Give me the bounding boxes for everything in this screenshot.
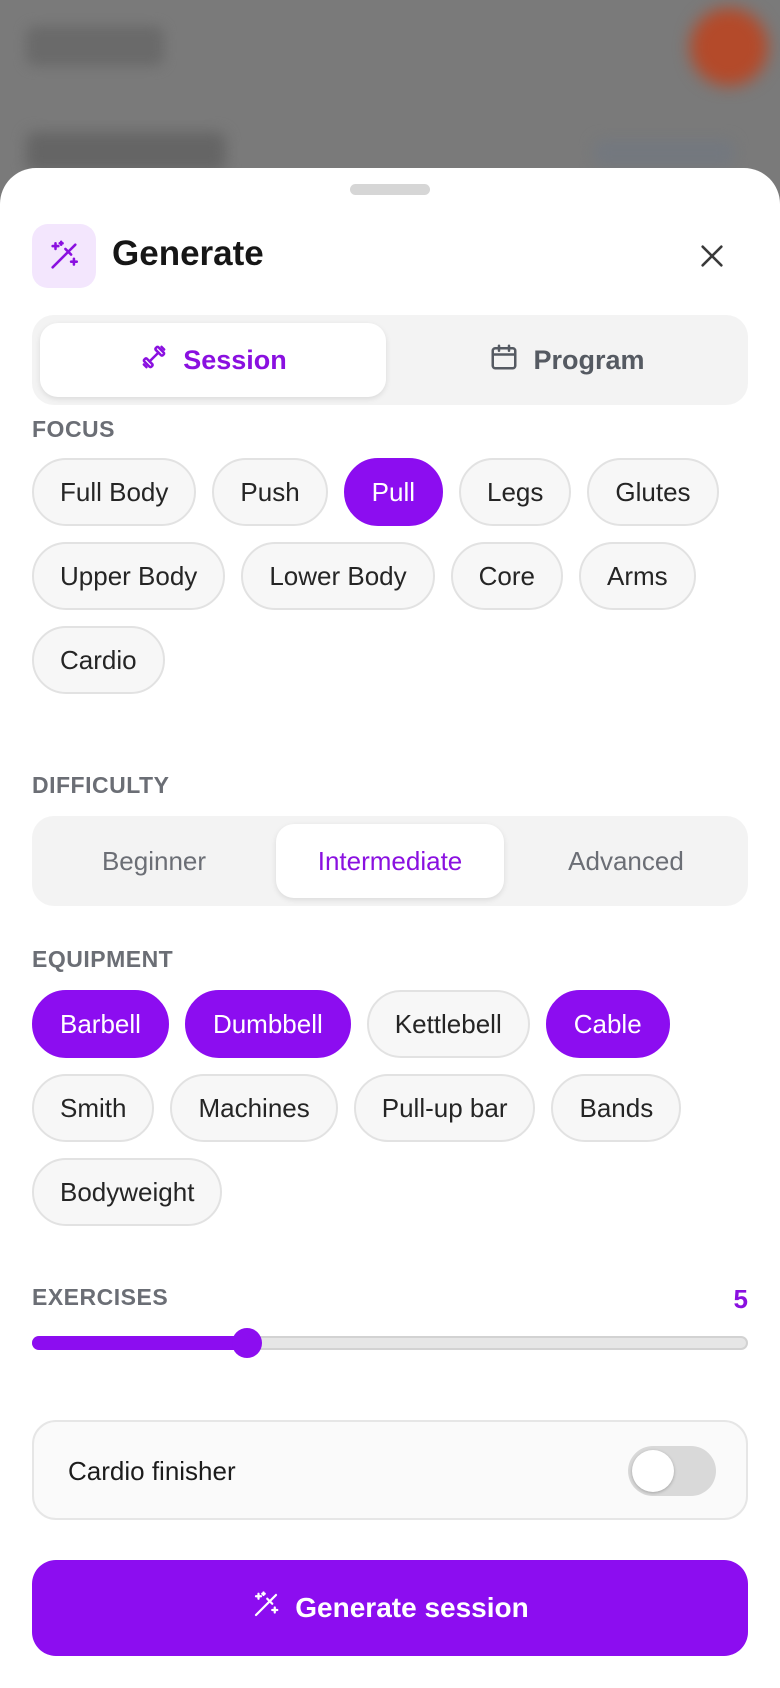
chip-focus-push[interactable]: Push	[212, 458, 328, 526]
chip-equipment-bands[interactable]: Bands	[551, 1074, 682, 1142]
chip-equipment-cable[interactable]: Cable	[545, 990, 670, 1058]
cardio-finisher-row: Cardio finisher	[32, 1420, 748, 1520]
slider-thumb[interactable]	[232, 1328, 262, 1358]
chip-focus-arms[interactable]: Arms	[578, 542, 696, 610]
exercises-slider[interactable]	[32, 1328, 748, 1358]
chip-focus-pull[interactable]: Pull	[343, 458, 444, 526]
mode-tabs: Session Program	[32, 315, 748, 405]
background-title-blurred	[26, 26, 164, 66]
difficulty-intermediate[interactable]: Intermediate	[276, 824, 504, 898]
chip-focus-upper-body[interactable]: Upper Body	[32, 542, 226, 610]
focus-chip-group: Full Body Push Pull Legs Glutes Upper Bo…	[32, 458, 748, 710]
chip-equipment-kettlebell[interactable]: Kettlebell	[366, 990, 530, 1058]
chip-focus-core[interactable]: Core	[450, 542, 563, 610]
chip-focus-legs[interactable]: Legs	[459, 458, 572, 526]
slider-fill	[32, 1336, 247, 1350]
sheet-title: Generate	[112, 234, 264, 273]
chip-equipment-smith[interactable]: Smith	[32, 1074, 155, 1142]
chip-equipment-barbell[interactable]: Barbell	[32, 990, 169, 1058]
cardio-finisher-label: Cardio finisher	[68, 1456, 236, 1486]
difficulty-beginner[interactable]: Beginner	[40, 824, 268, 898]
chip-focus-cardio[interactable]: Cardio	[32, 626, 165, 694]
tab-session-label: Session	[183, 344, 287, 375]
calendar-icon	[489, 342, 519, 379]
magic-wand-icon	[32, 224, 96, 288]
background-avatar-blurred	[690, 8, 768, 86]
exercises-section-label: EXERCISES	[32, 1284, 169, 1310]
dumbbell-icon	[139, 342, 169, 379]
difficulty-segmented-control: Beginner Intermediate Advanced	[32, 816, 748, 906]
background-heading-blurred	[26, 132, 226, 172]
difficulty-section-label: DIFFICULTY	[32, 772, 170, 798]
tab-session[interactable]: Session	[40, 323, 386, 397]
tab-program[interactable]: Program	[394, 323, 740, 397]
chip-equipment-machines[interactable]: Machines	[170, 1074, 338, 1142]
background-link-blurred	[594, 140, 734, 166]
chip-focus-full-body[interactable]: Full Body	[32, 458, 197, 526]
equipment-chip-group: Barbell Dumbbell Kettlebell Cable Smith …	[32, 990, 748, 1242]
close-icon[interactable]	[690, 234, 734, 278]
chip-focus-lower-body[interactable]: Lower Body	[241, 542, 435, 610]
focus-section-label: FOCUS	[32, 416, 115, 442]
exercises-count-value: 5	[733, 1284, 748, 1314]
generate-session-button[interactable]: Generate session	[32, 1560, 748, 1656]
magic-wand-icon	[251, 1590, 281, 1627]
equipment-section-label: EQUIPMENT	[32, 946, 174, 972]
difficulty-advanced[interactable]: Advanced	[512, 824, 740, 898]
toggle-knob	[632, 1450, 674, 1492]
generate-bottom-sheet: Generate Session Program FOCUS Full Body…	[0, 168, 780, 1688]
sheet-drag-handle[interactable]	[350, 184, 430, 195]
chip-equipment-pull-up-bar[interactable]: Pull-up bar	[353, 1074, 536, 1142]
tab-program-label: Program	[533, 344, 645, 375]
cardio-finisher-toggle[interactable]	[628, 1446, 716, 1496]
generate-session-label: Generate session	[295, 1592, 529, 1623]
chip-focus-glutes[interactable]: Glutes	[587, 458, 719, 526]
chip-equipment-bodyweight[interactable]: Bodyweight	[32, 1158, 223, 1226]
chip-equipment-dumbbell[interactable]: Dumbbell	[184, 990, 351, 1058]
